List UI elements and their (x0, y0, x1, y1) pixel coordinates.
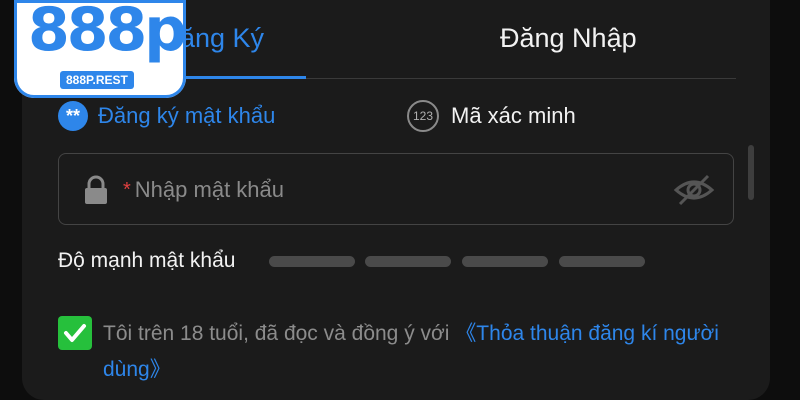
tab-register[interactable]: ăng Ký (180, 20, 264, 56)
number-code-icon: 123 (407, 100, 439, 132)
check-icon (64, 324, 86, 342)
strength-segment (559, 256, 645, 267)
password-input[interactable] (134, 177, 585, 203)
strength-segment (365, 256, 451, 267)
logo-brand-text: 888p (28, 0, 187, 65)
method-code-label: Mã xác minh (451, 103, 576, 128)
tab-divider (306, 78, 736, 79)
method-password-label: Đăng ký mật khẩu (98, 103, 276, 128)
required-mark: * (123, 178, 131, 201)
strength-segment (462, 256, 548, 267)
method-verification-code[interactable]: 123 Mã xác minh (407, 100, 576, 132)
strength-label: Độ mạnh mật khẩu (58, 249, 236, 272)
eye-off-icon[interactable] (673, 173, 715, 207)
logo-domain-badge: 888P.REST (60, 71, 134, 89)
method-password-register[interactable]: ** Đăng ký mật khẩu (58, 100, 275, 132)
terms-statement: Tôi trên 18 tuổi, đã đọc và đồng ý với (103, 322, 456, 345)
strength-segment (269, 256, 355, 267)
password-asterisk-icon: ** (58, 101, 88, 131)
scrollbar[interactable] (748, 145, 754, 200)
terms-text: Tôi trên 18 tuổi, đã đọc và đồng ý với 《… (103, 316, 743, 388)
terms-checkbox[interactable] (58, 316, 92, 350)
password-field[interactable]: * (58, 153, 734, 225)
lock-icon (85, 175, 107, 204)
password-input-wrap: * (123, 171, 585, 209)
brand-logo: 888p 888P.REST (14, 0, 187, 98)
tab-login[interactable]: Đăng Nhập (500, 20, 637, 56)
